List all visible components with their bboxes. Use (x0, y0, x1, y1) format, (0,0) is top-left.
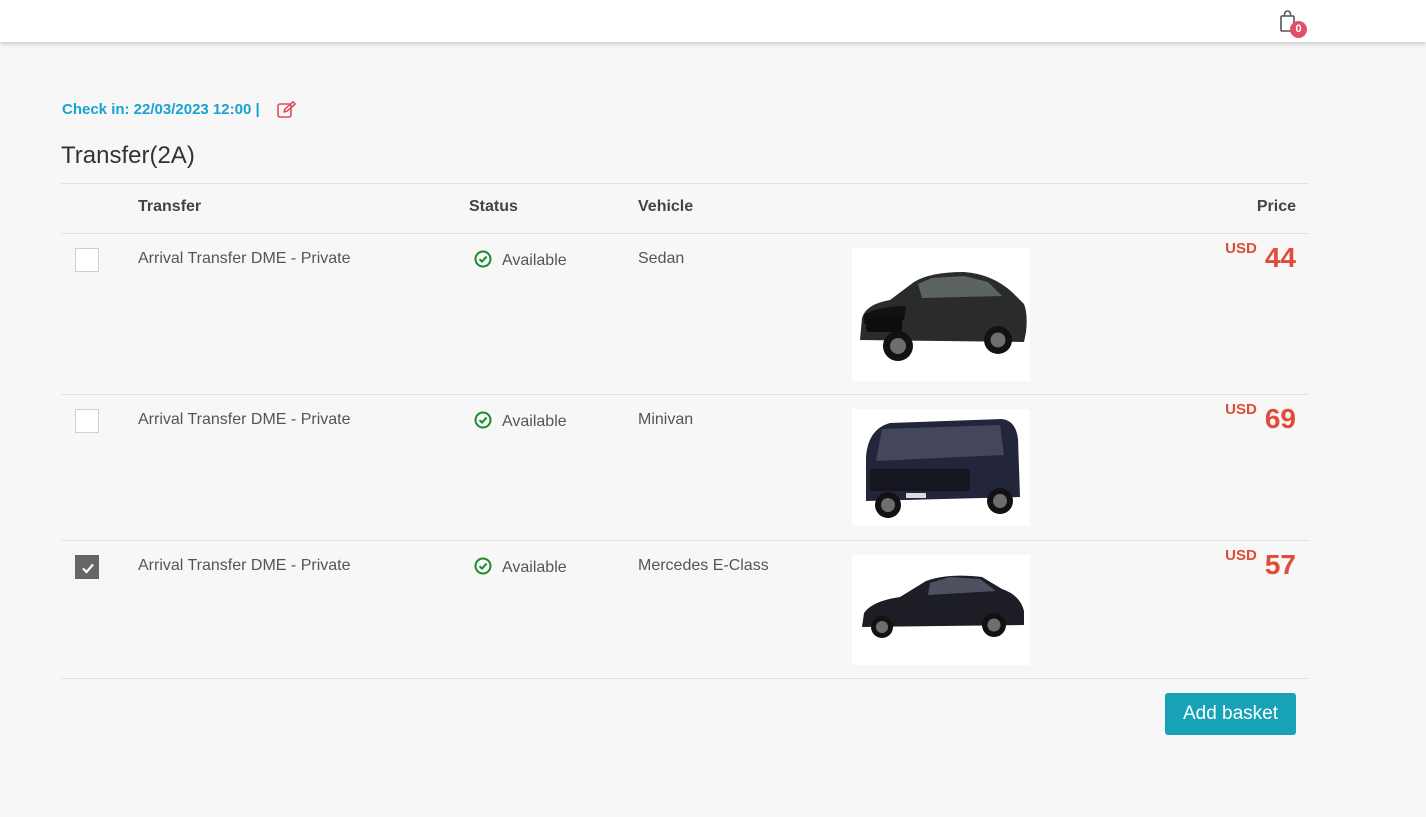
price: USD 57 (1225, 547, 1296, 581)
check-circle-icon (474, 411, 492, 429)
price-amount: 44 (1264, 242, 1296, 273)
column-header-vehicle: Vehicle (638, 198, 694, 215)
divider (61, 540, 1309, 541)
price: USD 44 (1225, 240, 1296, 274)
status-text: Available (502, 252, 567, 269)
price-currency: USD (1225, 240, 1257, 257)
add-basket-button[interactable]: Add basket (1165, 693, 1296, 735)
divider (61, 183, 1309, 184)
price-currency: USD (1225, 401, 1257, 418)
transfer-name: Arrival Transfer DME - Private (138, 250, 351, 267)
transfer-name: Arrival Transfer DME - Private (138, 411, 351, 428)
checkin-info: Check in: 22/03/2023 12:00 | (62, 101, 260, 118)
vehicle-image (852, 248, 1030, 381)
divider (61, 233, 1309, 234)
status-text: Available (502, 413, 567, 430)
row-select-checkbox[interactable] (75, 555, 99, 579)
vehicle-image (852, 409, 1030, 526)
column-header-status: Status (469, 198, 518, 215)
check-circle-icon (474, 557, 492, 575)
page-title: Transfer(2A) (61, 142, 195, 169)
vehicle-type: Minivan (638, 411, 694, 428)
vehicle-image (852, 555, 1030, 665)
check-circle-icon (474, 250, 492, 268)
price-currency: USD (1225, 547, 1257, 564)
price-amount: 69 (1264, 403, 1296, 434)
vehicle-type: Mercedes E-Class (638, 557, 769, 574)
vehicle-type: Sedan (638, 250, 685, 267)
transfer-name: Arrival Transfer DME - Private (138, 557, 351, 574)
column-header-transfer: Transfer (138, 198, 202, 215)
row-select-checkbox[interactable] (75, 248, 99, 272)
top-navbar: 0 (0, 0, 1426, 42)
column-header-price: Price (1256, 198, 1296, 215)
checkmark-icon (82, 563, 94, 574)
price-amount: 57 (1264, 549, 1296, 580)
row-select-checkbox[interactable] (75, 409, 99, 433)
edit-icon[interactable] (277, 101, 296, 118)
status-text: Available (502, 559, 567, 576)
divider (61, 394, 1309, 395)
divider (61, 678, 1309, 679)
price: USD 69 (1225, 401, 1296, 435)
basket-count-badge: 0 (1290, 21, 1307, 38)
